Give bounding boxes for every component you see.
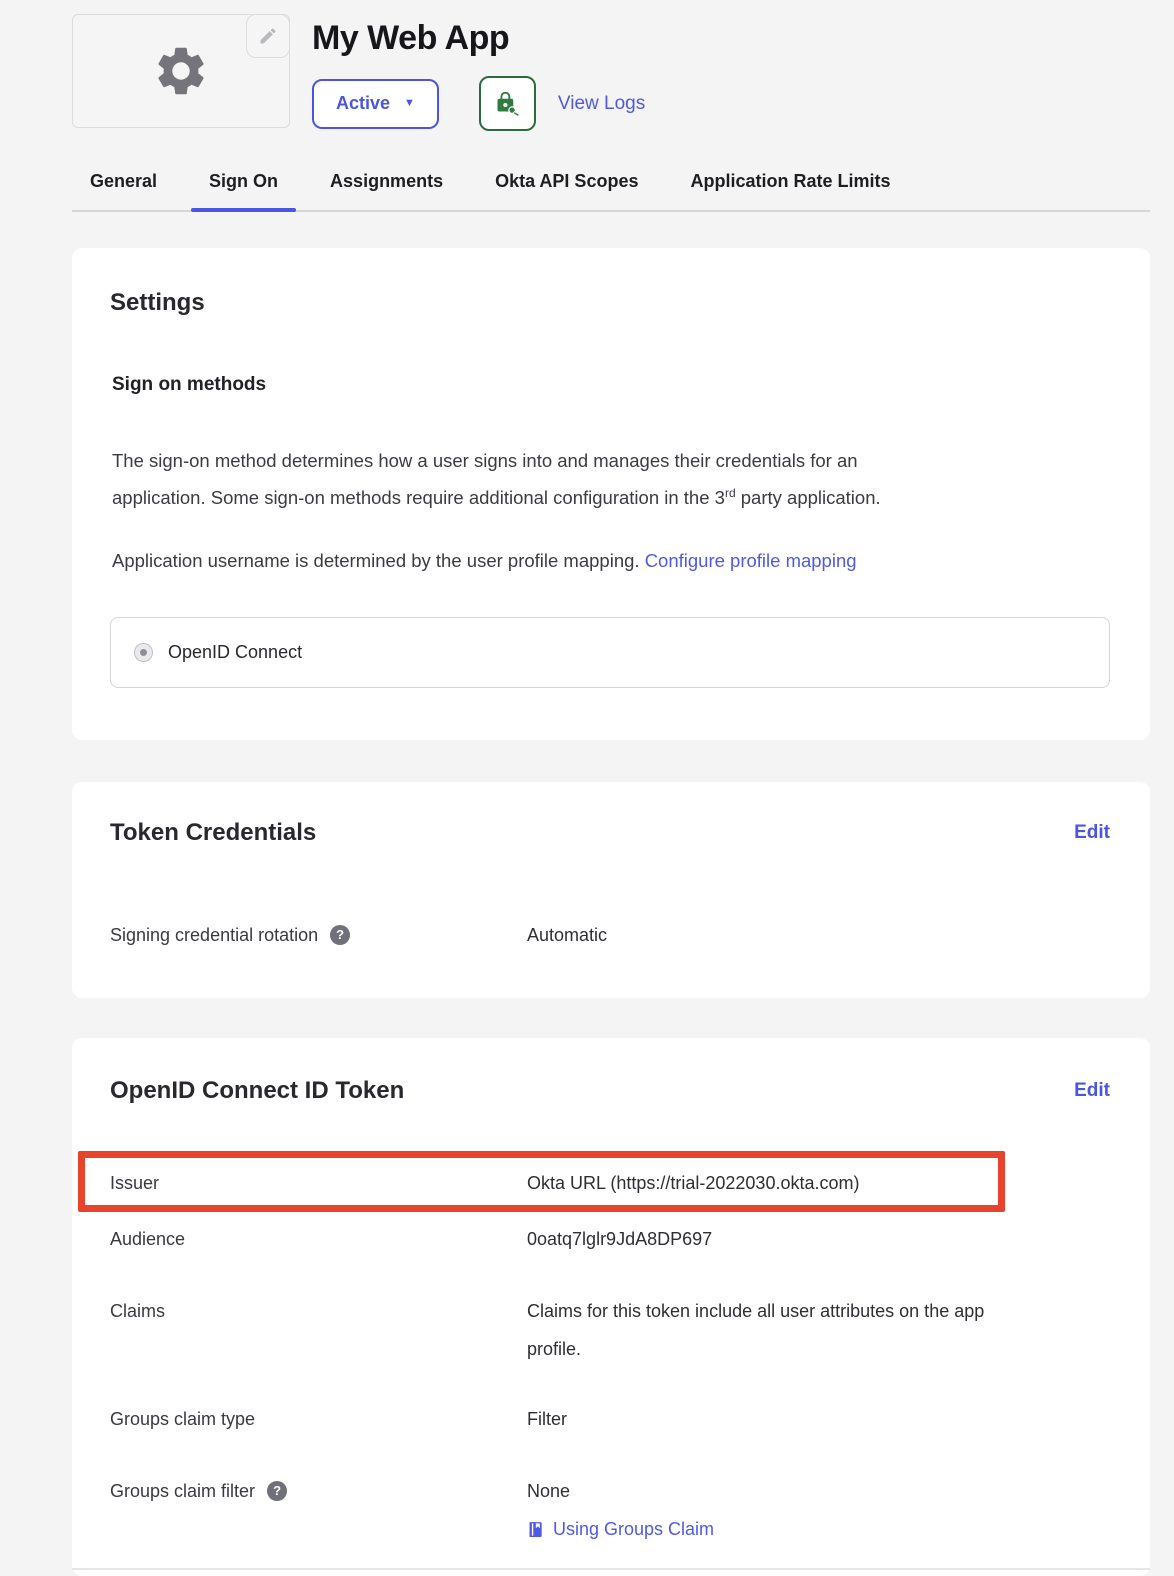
claims-value: Claims for this token include all user a… <box>527 1292 984 1368</box>
header-main: My Web App Active ▼ View Logs <box>312 14 645 131</box>
app-header: My Web App Active ▼ View Logs <box>72 14 1150 131</box>
app-logo <box>72 14 290 128</box>
token-credentials-title: Token Credentials <box>110 818 316 848</box>
issuer-value: Okta URL (https://trial-2022030.okta.com… <box>527 1162 859 1204</box>
using-groups-claim-link[interactable]: Using Groups Claim <box>527 1514 714 1544</box>
tab-assignments[interactable]: Assignments <box>312 171 461 210</box>
tab-okta-api-scopes[interactable]: Okta API Scopes <box>477 171 656 210</box>
tab-application-rate-limits[interactable]: Application Rate Limits <box>672 171 908 210</box>
row-label: Signing credential rotation ? <box>110 914 527 956</box>
groups-claim-type-value: Filter <box>527 1398 567 1440</box>
id-token-title: OpenID Connect ID Token <box>110 1076 404 1106</box>
description-text-end: party application. <box>736 487 881 508</box>
app-tabs: General Sign On Assignments Okta API Sco… <box>72 171 1150 212</box>
help-icon[interactable]: ? <box>267 1481 287 1501</box>
settings-card: Settings Sign on methods The sign-on met… <box>72 248 1150 740</box>
view-logs-link[interactable]: View Logs <box>558 93 645 115</box>
sign-on-method-option[interactable]: OpenID Connect <box>110 617 1110 688</box>
radio-selected-icon[interactable] <box>134 643 153 662</box>
signing-credential-rotation-row: Signing credential rotation ? Automatic <box>110 914 1110 956</box>
groups-claim-type-row: Groups claim type Filter <box>110 1398 1110 1440</box>
username-mapping-text: Application username is determined by th… <box>112 550 645 571</box>
description-superscript: rd <box>725 486 736 500</box>
gear-icon <box>152 42 210 100</box>
issuer-row: Issuer Okta URL (https://trial-2022030.o… <box>110 1162 1110 1204</box>
edit-logo-button[interactable] <box>246 14 290 58</box>
groups-claim-filter-label: Groups claim filter <box>110 1470 255 1512</box>
id-token-header: OpenID Connect ID Token Edit <box>110 1076 1110 1106</box>
tab-general[interactable]: General <box>72 171 175 210</box>
id-token-edit-button[interactable]: Edit <box>1074 1080 1110 1102</box>
groups-claim-filter-value: None <box>527 1470 714 1512</box>
chevron-down-icon: ▼ <box>404 98 415 109</box>
pencil-icon <box>258 26 278 46</box>
username-mapping-description: Application username is determined by th… <box>112 544 1092 577</box>
claims-label: Claims <box>110 1292 527 1330</box>
audience-row: Audience 0oatq7lglr9JdA8DP697 <box>110 1218 1110 1260</box>
row-divider <box>72 1568 1150 1570</box>
page-title: My Web App <box>312 18 645 58</box>
settings-title: Settings <box>110 288 1110 318</box>
lock-key-icon <box>492 89 522 119</box>
claims-row: Claims Claims for this token include all… <box>110 1292 1110 1368</box>
sign-on-method-label: OpenID Connect <box>168 642 302 663</box>
id-token-card: OpenID Connect ID Token Edit Issuer Okta… <box>72 1038 1150 1576</box>
audience-value: 0oatq7lglr9JdA8DP697 <box>527 1218 712 1260</box>
audience-label: Audience <box>110 1218 527 1260</box>
signing-credential-rotation-value: Automatic <box>527 914 607 956</box>
header-actions: Active ▼ View Logs <box>312 76 645 131</box>
signing-credential-rotation-label: Signing credential rotation <box>110 914 318 956</box>
security-lock-button[interactable] <box>479 76 536 131</box>
status-label: Active <box>336 93 390 114</box>
configure-profile-mapping-link[interactable]: Configure profile mapping <box>645 550 857 571</box>
token-credentials-header: Token Credentials Edit <box>110 818 1110 848</box>
token-credentials-edit-button[interactable]: Edit <box>1074 822 1110 844</box>
groups-claim-filter-value-stack: None Using Groups Claim <box>527 1470 714 1544</box>
sign-on-methods-title: Sign on methods <box>112 372 1110 398</box>
app-sign-on-page: My Web App Active ▼ View Logs <box>0 0 1174 1576</box>
token-credentials-card: Token Credentials Edit Signing credentia… <box>72 782 1150 998</box>
using-groups-claim-label: Using Groups Claim <box>553 1514 714 1544</box>
sign-on-method-description: The sign-on method determines how a user… <box>112 444 1092 514</box>
row-label: Groups claim filter ? <box>110 1470 527 1512</box>
book-icon <box>527 1521 544 1538</box>
groups-claim-filter-row: Groups claim filter ? None Using Groups … <box>110 1470 1110 1544</box>
tab-sign-on[interactable]: Sign On <box>191 171 296 210</box>
status-dropdown[interactable]: Active ▼ <box>312 79 439 129</box>
help-icon[interactable]: ? <box>330 925 350 945</box>
groups-claim-type-label: Groups claim type <box>110 1398 527 1440</box>
issuer-label: Issuer <box>110 1162 527 1204</box>
